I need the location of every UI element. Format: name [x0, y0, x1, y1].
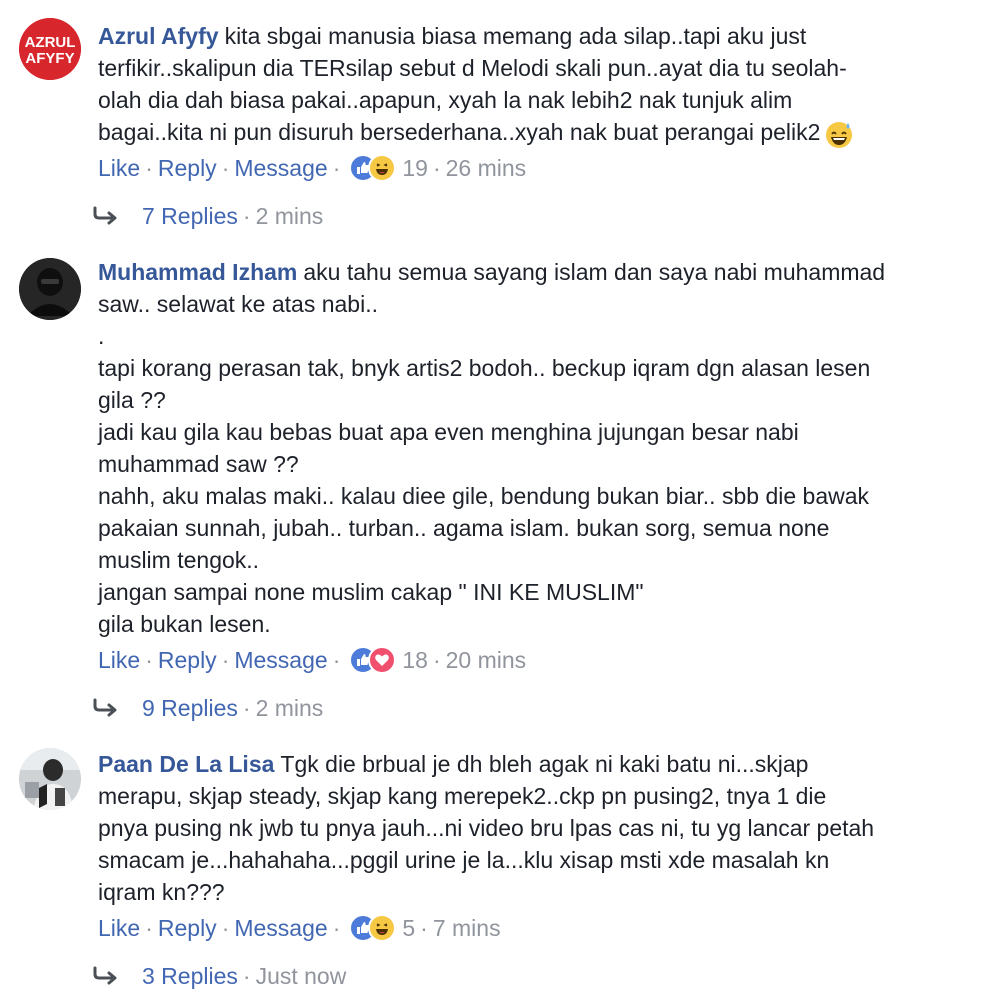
reaction-count[interactable]: 18	[402, 643, 428, 677]
comment-body: Azrul Afyfy kita sbgai manusia biasa mema…	[98, 20, 958, 149]
comment-text-line: pakaian sunnah, jubah.. turban.. agama i…	[98, 515, 830, 541]
paan-avatar-photo-icon	[19, 748, 81, 810]
comment-text-line: bagai..kita ni pun disuruh bersederhana.…	[98, 119, 821, 145]
timestamp[interactable]: 26 mins	[446, 151, 527, 185]
reactions[interactable]	[349, 646, 397, 674]
message-link[interactable]: Message	[234, 911, 327, 945]
replies-timestamp: 2 mins	[255, 695, 324, 721]
comment-text-line: Tgk die brbual je dh bleh agak ni kaki b…	[280, 751, 809, 777]
author-name[interactable]: Muhammad Izham	[98, 259, 297, 285]
comment-body: Muhammad Izham aku tahu semua sayang isla…	[98, 256, 958, 640]
comment-text-line: jangan sampai none muslim cakap " INI KE…	[98, 579, 644, 605]
reply-arrow-icon	[93, 966, 117, 985]
replies-timestamp: 2 mins	[255, 203, 324, 229]
comment-text-line: olah dia dah biasa pakai..apapun, xyah l…	[98, 87, 793, 113]
reply-arrow-icon	[93, 698, 117, 717]
comment-text-line: kita sbgai manusia biasa memang ada sila…	[224, 23, 807, 49]
reaction-count[interactable]: 5	[402, 911, 415, 945]
replies-count-link[interactable]: 3 Replies	[142, 959, 238, 993]
comment-text-line: jadi kau gila kau bebas buat apa even me…	[98, 419, 799, 445]
author-name[interactable]: Azrul Afyfy	[98, 23, 219, 49]
svg-text:AZRUL: AZRUL	[25, 34, 76, 51]
avatar[interactable]	[19, 258, 81, 320]
reactions[interactable]	[349, 154, 397, 182]
comment-body: Paan De La Lisa Tgk die brbual je dh bleh…	[98, 748, 958, 908]
like-link[interactable]: Like	[98, 911, 140, 945]
comment-text-line: merapu, skjap steady, skjap kang merepek…	[98, 783, 827, 809]
comment-text-line: aku tahu semua sayang islam dan saya nab…	[303, 259, 886, 285]
haha-reaction-icon	[368, 914, 397, 942]
comment-actions: Like · Reply · Message · 19 · 26 mins	[98, 151, 526, 185]
comment-text-line: tapi korang perasan tak, bnyk artis2 bod…	[98, 355, 871, 381]
reactions[interactable]	[349, 914, 397, 942]
replies-count-link[interactable]: 7 Replies	[142, 199, 238, 233]
view-replies[interactable]: 9 Replies · 2 mins	[92, 691, 323, 725]
comment-text-line: muhammad saw ??	[98, 451, 299, 477]
grinning-sweat-emoji-icon	[826, 121, 853, 148]
view-replies[interactable]: 3 Replies · Just now	[92, 959, 346, 993]
svg-text:AFYFY: AFYFY	[25, 50, 74, 67]
replies-count-link[interactable]: 9 Replies	[142, 691, 238, 725]
comment-text-line: nahh, aku malas maki.. kalau diee gile, …	[98, 483, 870, 509]
comment-text-line: muslim tengok..	[98, 547, 260, 573]
izham-avatar-photo-icon	[19, 258, 81, 320]
timestamp[interactable]: 20 mins	[446, 643, 527, 677]
avatar[interactable]: AZRUL AFYFY	[19, 18, 81, 80]
reaction-count[interactable]: 19	[402, 151, 428, 185]
comment-text-line: gila bukan lesen.	[98, 611, 271, 637]
like-link[interactable]: Like	[98, 151, 140, 185]
comment-text-line: saw.. selawat ke atas nabi..	[98, 291, 378, 317]
comment-text-line: terfikir..skalipun dia TERsilap sebut d …	[98, 55, 847, 81]
message-link[interactable]: Message	[234, 643, 327, 677]
reply-link[interactable]: Reply	[158, 643, 217, 677]
reply-link[interactable]: Reply	[158, 911, 217, 945]
comment-actions: Like · Reply · Message · 18 · 20 mins	[98, 643, 526, 677]
comment-text-line: iqram kn???	[98, 879, 225, 905]
reply-arrow-icon	[93, 206, 117, 225]
like-link[interactable]: Like	[98, 643, 140, 677]
timestamp[interactable]: 7 mins	[433, 911, 501, 945]
message-link[interactable]: Message	[234, 151, 327, 185]
comment-text-line: smacam je...hahahaha...pggil urine je la…	[98, 847, 830, 873]
haha-reaction-icon	[368, 154, 397, 182]
replies-timestamp: Just now	[255, 963, 347, 989]
comment-text-line: .	[98, 323, 105, 349]
comment-actions: Like · Reply · Message · 5 · 7 mins	[98, 911, 501, 945]
azrul-avatar-logo-icon: AZRUL AFYFY	[19, 18, 81, 80]
comment-text-line: pnya pusing nk jwb tu pnya jauh...ni vid…	[98, 815, 875, 841]
avatar[interactable]	[19, 748, 81, 810]
love-reaction-icon	[368, 646, 397, 674]
reply-link[interactable]: Reply	[158, 151, 217, 185]
author-name[interactable]: Paan De La Lisa	[98, 751, 274, 777]
comment-text-line: gila ??	[98, 387, 166, 413]
view-replies[interactable]: 7 Replies · 2 mins	[92, 199, 323, 233]
